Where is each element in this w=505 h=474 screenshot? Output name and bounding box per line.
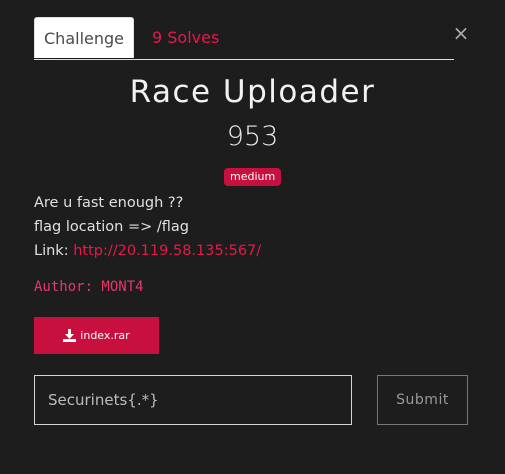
- modal-tabs: Challenge 9 Solves: [34, 17, 454, 60]
- submit-button[interactable]: Submit: [377, 375, 468, 425]
- challenge-points: 953: [226, 121, 279, 152]
- tab-solves[interactable]: 9 Solves: [152, 17, 219, 58]
- challenge-modal: Challenge 9 Solves × Race Uploader 953 m…: [0, 0, 505, 474]
- challenge-link[interactable]: http://20.119.58.135:567/: [73, 243, 261, 259]
- challenge-description: Are u fast enough ?? flag location => /f…: [34, 191, 261, 263]
- tab-challenge[interactable]: Challenge: [34, 17, 134, 58]
- challenge-title: Race Uploader: [129, 74, 376, 110]
- difficulty-badge: medium: [224, 168, 282, 186]
- close-icon[interactable]: ×: [452, 22, 470, 44]
- description-line: flag location => /flag: [34, 215, 261, 239]
- link-label: Link:: [34, 243, 74, 259]
- download-file-button[interactable]: index.rar: [34, 317, 159, 354]
- description-line: Link: http://20.119.58.135:567/: [34, 239, 261, 263]
- author-line: Author: MONT4: [34, 279, 144, 295]
- flag-location-value: /flag: [156, 219, 189, 235]
- flag-input[interactable]: [34, 375, 352, 425]
- download-icon: [63, 329, 77, 342]
- file-name: index.rar: [80, 329, 130, 342]
- flag-location-label: flag location =>: [34, 219, 157, 235]
- description-line: Are u fast enough ??: [34, 195, 184, 211]
